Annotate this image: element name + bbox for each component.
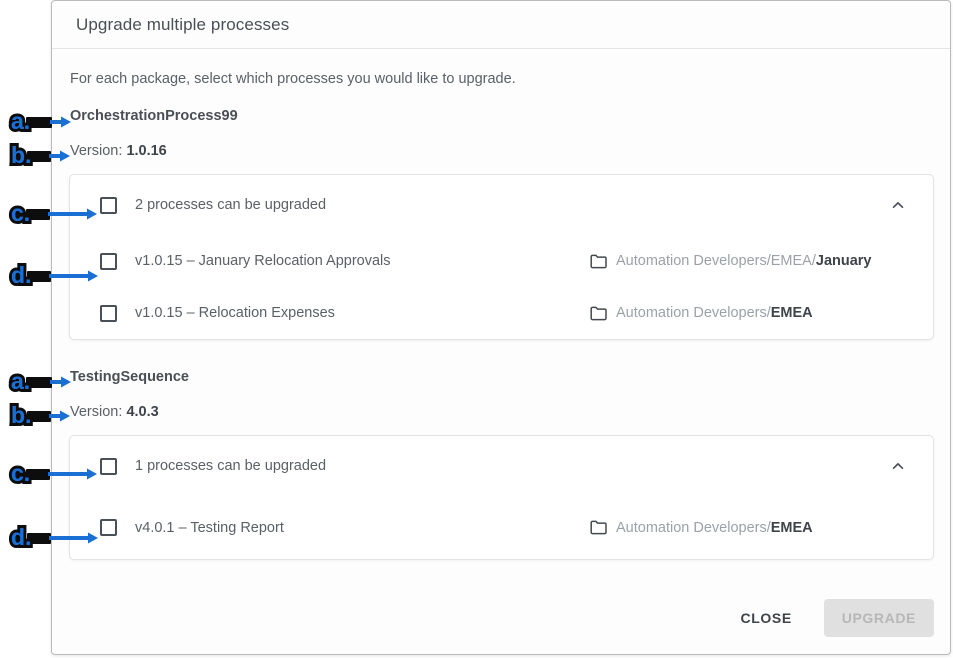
- annotation-letter: b. b.: [8, 401, 35, 430]
- annotation-letter: b. b.: [8, 141, 35, 170]
- process-row[interactable]: v1.0.15 – January Relocation Approvals A…: [86, 235, 917, 287]
- annotation-stub: [26, 116, 53, 128]
- package-name: OrchestrationProcess99: [70, 108, 238, 124]
- process-checkbox[interactable]: [100, 304, 117, 322]
- dialog-body: For each package, select which processes…: [52, 49, 950, 560]
- annotation-stub: [26, 376, 53, 388]
- intro-text: For each package, select which processes…: [70, 71, 516, 87]
- package-block-1: OrchestrationProcess99 Version: 1.0.16 2…: [69, 109, 934, 340]
- annotation-letter: a. a.: [8, 107, 33, 136]
- annotation-letter: c. c.: [8, 459, 33, 488]
- annotation-letter: a. a.: [8, 367, 33, 396]
- process-card-2: 1 processes can be upgraded v4.0.1 – Tes…: [69, 435, 934, 560]
- summary-row-2[interactable]: 1 processes can be upgraded: [86, 436, 917, 496]
- folder-path-prefix: Automation Developers/EMEA/: [616, 253, 816, 269]
- package-version-label: Version:: [70, 403, 123, 420]
- package-version-label: Version:: [70, 142, 123, 159]
- process-label: v1.0.15 – Relocation Expenses: [135, 305, 335, 321]
- summary-checkbox[interactable]: [100, 196, 117, 214]
- process-folder-path: Automation Developers/ EMEA: [590, 305, 813, 321]
- upgrade-processes-dialog: Upgrade multiple processes For each pack…: [51, 0, 951, 655]
- upgrade-button: UPGRADE: [823, 599, 934, 637]
- process-label: v4.0.1 – Testing Report: [135, 519, 284, 536]
- process-card-1: 2 processes can be upgraded v1.0.15 – Ja…: [69, 174, 934, 340]
- annotation-letter: d. d.: [8, 261, 35, 290]
- annotation-letter: d. d.: [8, 523, 35, 552]
- folder-icon: [590, 520, 607, 535]
- chevron-up-icon[interactable]: [887, 194, 909, 216]
- folder-path-leaf: EMEA: [770, 519, 813, 536]
- process-label: v1.0.15 – January Relocation Approvals: [135, 253, 391, 269]
- summary-row-1[interactable]: 2 processes can be upgraded: [86, 175, 917, 235]
- annotation-stub: [27, 270, 52, 282]
- package-block-2: TestingSequence Version: 4.0.3 1 process…: [69, 370, 934, 560]
- package-name: TestingSequence: [70, 369, 189, 385]
- annotation-stub: [27, 410, 52, 422]
- process-checkbox[interactable]: [100, 519, 117, 536]
- process-folder-path: Automation Developers/EMEA/ January: [590, 253, 872, 269]
- dialog-footer: CLOSE UPGRADE: [52, 582, 950, 654]
- process-folder-path: Automation Developers/ EMEA: [590, 520, 813, 536]
- annotation-stub: [26, 208, 51, 220]
- folder-icon: [590, 306, 607, 321]
- process-row[interactable]: v1.0.15 – Relocation Expenses Automation…: [86, 287, 917, 339]
- close-button[interactable]: CLOSE: [727, 600, 806, 636]
- annotation-stub: [26, 468, 51, 480]
- process-row[interactable]: v4.0.1 – Testing Report Automation Devel…: [86, 496, 917, 559]
- folder-icon: [590, 254, 607, 269]
- folder-path-prefix: Automation Developers/: [616, 519, 771, 536]
- folder-path-leaf: January: [815, 253, 872, 269]
- summary-label: 1 processes can be upgraded: [135, 458, 327, 474]
- annotation-stub: [27, 532, 52, 544]
- dialog-header: Upgrade multiple processes: [52, 1, 950, 49]
- folder-path-leaf: EMEA: [770, 305, 813, 321]
- folder-path-prefix: Automation Developers/: [616, 305, 771, 321]
- package-version-value: 4.0.3: [126, 403, 159, 420]
- package-version: Version: 4.0.3: [70, 403, 934, 420]
- process-checkbox[interactable]: [100, 252, 117, 270]
- chevron-up-icon[interactable]: [887, 455, 909, 477]
- package-version: Version: 1.0.16: [70, 142, 934, 159]
- package-version-value: 1.0.16: [126, 142, 167, 159]
- annotation-stub: [27, 150, 52, 162]
- summary-label: 2 processes can be upgraded: [135, 197, 327, 213]
- annotation-letter: c. c.: [8, 199, 33, 228]
- summary-checkbox[interactable]: [100, 457, 117, 475]
- page-title: Upgrade multiple processes: [76, 14, 290, 34]
